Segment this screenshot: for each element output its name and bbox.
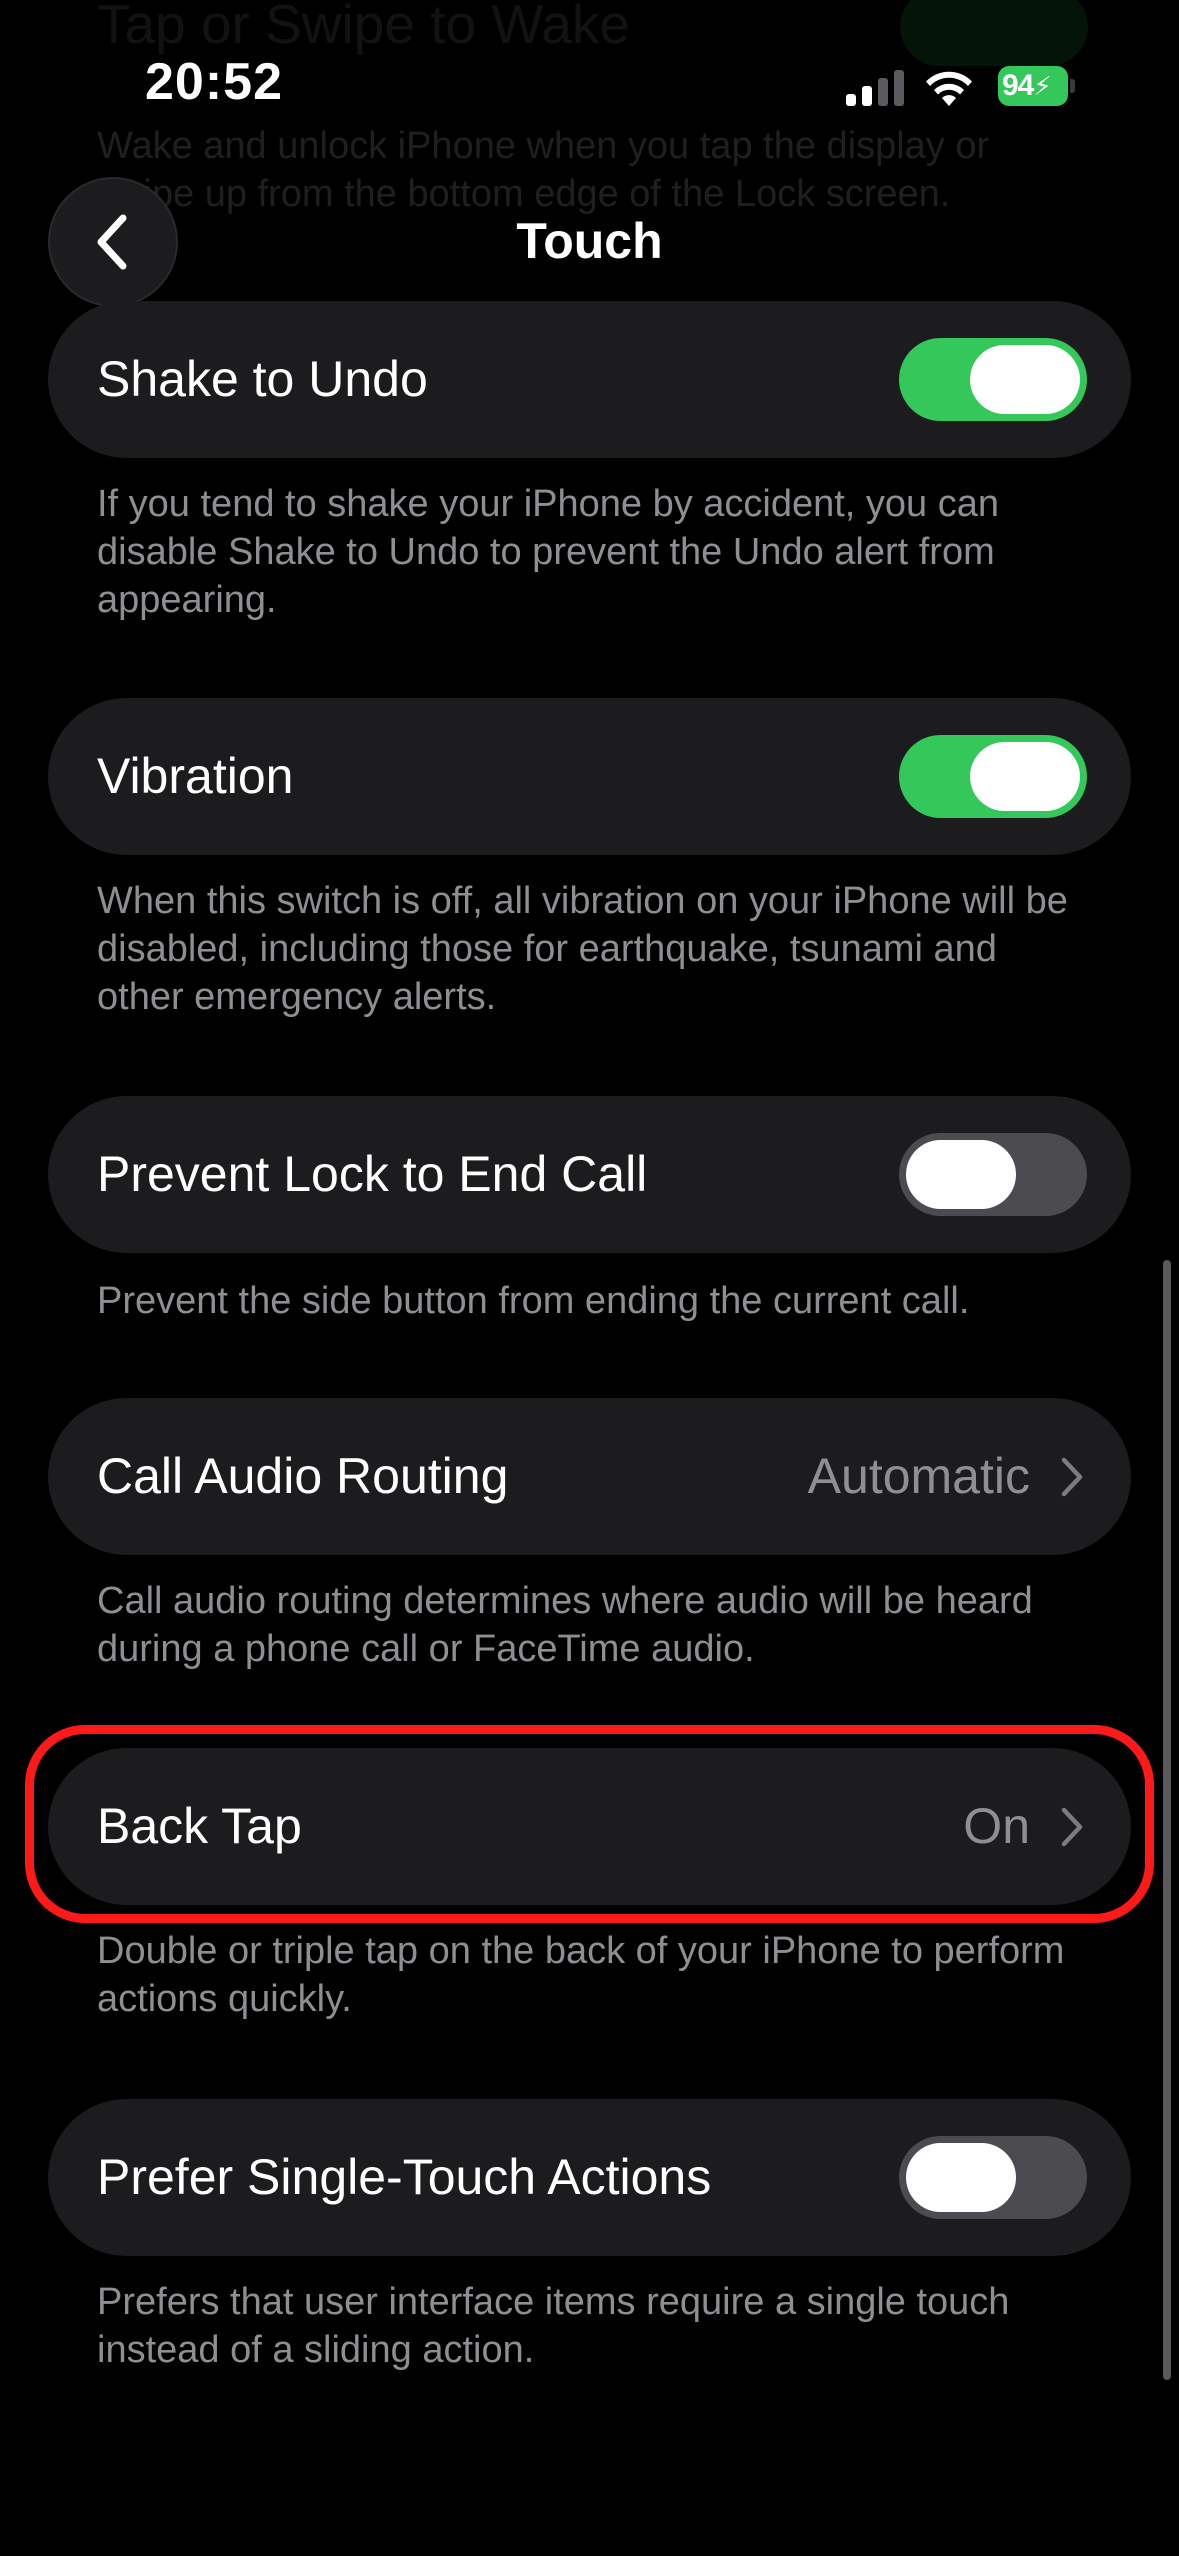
ghost-tap-to-wake-toggle: [900, 0, 1088, 66]
call-audio-routing-value: Automatic: [807, 1448, 1030, 1504]
scrollbar[interactable]: [1163, 1260, 1171, 2380]
back-tap-description: Double or triple tap on the back of your…: [97, 1930, 1065, 2020]
ghost-tap-to-wake-label: Tap or Swipe to Wake: [97, 0, 630, 55]
toggle-knob: [970, 345, 1080, 414]
call-audio-routing-label: Call Audio Routing: [97, 1448, 509, 1504]
shake-to-undo-toggle[interactable]: [899, 338, 1087, 421]
prefer-single-touch-actions-description: Prefers that user interface items requir…: [97, 2281, 1010, 2371]
shake-to-undo-label: Shake to Undo: [97, 351, 428, 407]
vibration-description: When this switch is off, all vibration o…: [97, 880, 1068, 1018]
vibration-toggle[interactable]: [899, 735, 1087, 818]
chevron-right-icon: [1061, 1457, 1083, 1497]
cellular-signal-icon: [846, 70, 904, 106]
toggle-knob: [970, 742, 1080, 811]
shake-to-undo-description: If you tend to shake your iPhone by acci…: [97, 483, 1000, 621]
prefer-single-touch-actions-toggle[interactable]: [899, 2136, 1087, 2219]
prevent-lock-to-end-call-description: Prevent the side button from ending the …: [97, 1280, 970, 1322]
prefer-single-touch-actions-label: Prefer Single-Touch Actions: [97, 2149, 712, 2205]
battery-tip: [1070, 79, 1075, 93]
vibration-row: Vibration: [48, 698, 1131, 855]
vibration-label: Vibration: [97, 748, 294, 804]
call-audio-routing-row[interactable]: Call Audio Routing Automatic: [48, 1398, 1131, 1555]
prevent-lock-to-end-call-row: Prevent Lock to End Call: [48, 1096, 1131, 1253]
status-time: 20:52: [145, 53, 283, 111]
prevent-lock-to-end-call-label: Prevent Lock to End Call: [97, 1146, 648, 1202]
call-audio-routing-description: Call audio routing determines where audi…: [97, 1580, 1033, 1670]
ghost-tap-to-wake-description: Wake and unlock iPhone when you tap the …: [97, 125, 990, 215]
battery-level: 94: [1002, 69, 1034, 102]
battery-charging-icon: 94⚡: [998, 66, 1068, 106]
toggle-knob: [906, 2143, 1016, 2212]
shake-to-undo-row: Shake to Undo: [48, 301, 1131, 458]
toggle-knob: [906, 1140, 1016, 1209]
prefer-single-touch-actions-row: Prefer Single-Touch Actions: [48, 2099, 1131, 2256]
touch-settings-screen: Tap or Swipe to Wake Wake and unlock iPh…: [0, 0, 1179, 2556]
wifi-icon: [926, 71, 972, 106]
page-title: Touch: [516, 213, 663, 269]
prevent-lock-to-end-call-toggle[interactable]: [899, 1133, 1087, 1216]
back-tap-highlight-outline: [25, 1725, 1154, 1923]
